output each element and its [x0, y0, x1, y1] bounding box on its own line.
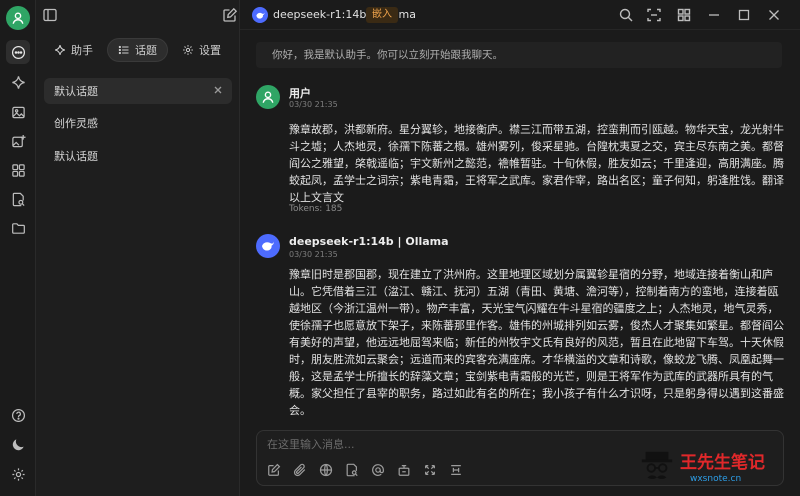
panel-tabs: 助手 话题 设置 [44, 38, 231, 64]
bot-message-time: 03/30 21:35 [289, 250, 338, 259]
user-message-name: 用户 [289, 87, 311, 100]
image-add-nav-button[interactable] [6, 129, 30, 153]
fit-screen-icon[interactable] [646, 7, 662, 23]
help-button[interactable] [6, 403, 30, 427]
mustache-face-icon [641, 451, 673, 479]
chat-bubble-icon [11, 45, 25, 59]
tab-settings-label: 设置 [199, 44, 221, 57]
folder-icon [11, 222, 25, 234]
tab-settings[interactable]: 设置 [172, 38, 231, 62]
settings-nav-button[interactable] [6, 462, 30, 486]
sparkle-icon [55, 45, 65, 55]
message-list: 你好，我是默认助手。你可以立刻开始跟我聊天。 用户 03/30 21:35 豫章… [240, 30, 800, 430]
topic-item[interactable]: 默认话题 [44, 143, 232, 169]
layout-grid-icon[interactable] [676, 7, 692, 23]
search-icon[interactable] [618, 7, 634, 23]
user-avatar[interactable] [6, 6, 30, 30]
edit-icon[interactable] [267, 463, 281, 477]
sparkle-icon [11, 75, 25, 89]
tab-topics-label: 话题 [135, 44, 157, 57]
deepseek-logo-icon [252, 7, 268, 23]
expand-icon[interactable] [423, 463, 437, 477]
attachment-icon[interactable] [293, 463, 307, 477]
greeting-message: 你好，我是默认助手。你可以立刻开始跟我聊天。 [256, 42, 782, 68]
topic-label: 默认话题 [54, 150, 98, 163]
topic-item[interactable]: 默认话题 [44, 78, 232, 104]
help-circle-icon [11, 408, 25, 422]
new-chat-icon[interactable] [222, 7, 238, 23]
gear-icon [11, 467, 25, 481]
tab-assistant[interactable]: 助手 [44, 38, 103, 62]
moon-icon [12, 438, 24, 450]
embed-badge: 嵌入 [366, 7, 398, 23]
image-nav-button[interactable] [6, 100, 30, 124]
doc-search-icon[interactable] [345, 463, 359, 477]
clear-context-icon[interactable] [449, 463, 463, 477]
icon-rail [0, 0, 36, 496]
bot-message-name: deepseek-r1:14b | Ollama [289, 235, 449, 248]
panel-toolbar [36, 0, 240, 30]
knowledge-nav-button[interactable] [6, 187, 30, 211]
agents-nav-button[interactable] [6, 70, 30, 94]
apps-nav-button[interactable] [6, 158, 30, 182]
tab-assistant-label: 助手 [71, 44, 93, 57]
person-icon [262, 91, 274, 103]
sidebar-toggle-icon[interactable] [42, 7, 58, 23]
doc-search-icon [12, 192, 25, 206]
topic-label: 创作灵感 [54, 117, 98, 130]
watermark: 王先生笔记 wxsnote.cn [630, 446, 790, 490]
quick-phrase-icon[interactable] [397, 463, 411, 477]
list-icon [118, 45, 129, 55]
chat-main: deepseek-r1:14b | Ollama 嵌入 你好，我是默认助手。你可… [240, 0, 800, 496]
theme-toggle-button[interactable] [6, 432, 30, 456]
chat-nav-button[interactable] [6, 40, 30, 64]
bot-message-text: 豫章旧时是郡国郡，现在建立了洪州府。这里地理区域划分属翼轸星宿的分野，地域连接着… [289, 268, 784, 417]
image-icon [11, 106, 25, 118]
chat-header: deepseek-r1:14b | Ollama 嵌入 [240, 0, 800, 30]
globe-icon[interactable] [319, 463, 333, 477]
grid-icon [11, 163, 25, 177]
watermark-url: wxsnote.cn [690, 474, 742, 484]
image-plus-icon [11, 134, 26, 147]
tab-topics[interactable]: 话题 [107, 38, 168, 62]
user-message-time: 03/30 21:35 [289, 100, 338, 109]
topic-item[interactable]: 创作灵感 [44, 110, 232, 136]
watermark-text: 王先生笔记 [680, 453, 765, 473]
topic-label: 默认话题 [54, 85, 98, 98]
close-icon[interactable] [212, 84, 224, 96]
user-message-text: 豫章故郡，洪都新府。星分翼轸，地接衡庐。襟三江而带五湖，控蛮荆而引瓯越。物华天宝… [289, 123, 784, 204]
mention-icon[interactable] [371, 463, 385, 477]
close-icon[interactable] [766, 7, 782, 23]
user-message-avatar [256, 85, 280, 109]
gear-icon [183, 45, 193, 55]
minimize-icon[interactable] [706, 7, 722, 23]
deepseek-logo-icon [262, 241, 274, 251]
person-icon [12, 12, 24, 24]
maximize-icon[interactable] [736, 7, 752, 23]
files-nav-button[interactable] [6, 216, 30, 240]
topic-panel: 助手 话题 设置 默认话题 创作灵感 默认话题 [36, 0, 240, 496]
bot-message-avatar [256, 234, 280, 258]
token-count: Tokens: 185 [289, 204, 343, 214]
